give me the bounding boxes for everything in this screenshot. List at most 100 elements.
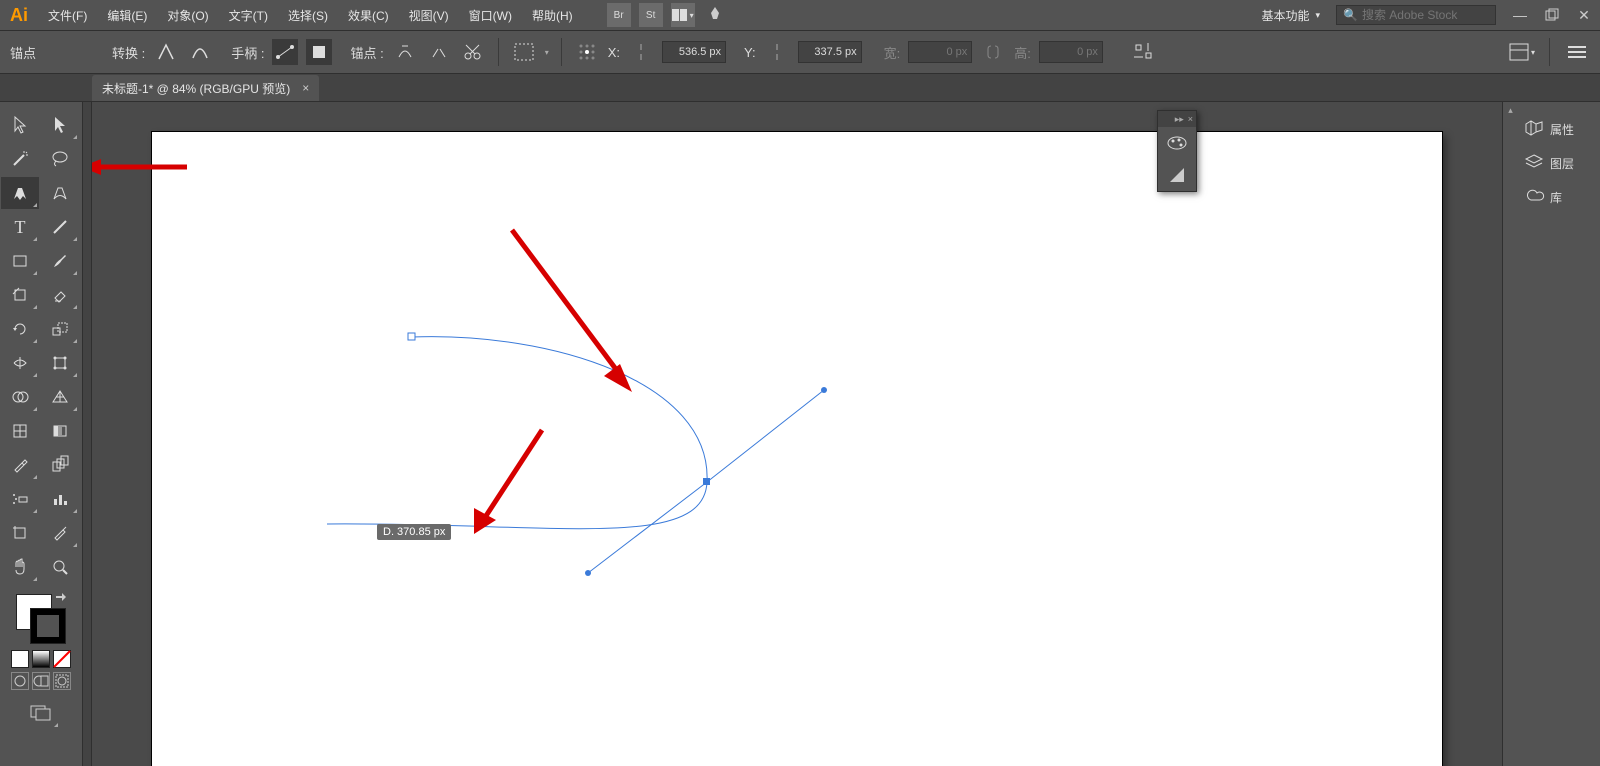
y-label: Y: <box>744 45 756 60</box>
link-icon-y[interactable] <box>764 39 790 65</box>
menu-window[interactable]: 窗口(W) <box>459 0 522 30</box>
lasso-tool[interactable] <box>41 143 79 175</box>
paintbrush-tool[interactable] <box>41 245 79 277</box>
shaper-tool[interactable] <box>1 279 39 311</box>
workspace-switcher[interactable]: 基本功能 ▾ <box>1253 7 1328 24</box>
document-tab[interactable]: 未标题-1* @ 84% (RGB/GPU 预览) × <box>92 75 319 101</box>
app-logo: Ai <box>0 0 38 30</box>
graph-tool[interactable] <box>41 483 79 515</box>
color-panel-icon[interactable] <box>1158 127 1196 159</box>
handle-label: 手柄 : <box>231 43 264 62</box>
link-icon-x[interactable] <box>628 39 654 65</box>
convert-label: 转换 : <box>112 43 145 62</box>
free-transform-tool[interactable] <box>41 347 79 379</box>
w-label: 宽: <box>884 43 901 62</box>
menu-help[interactable]: 帮助(H) <box>522 0 583 30</box>
perspective-tool[interactable] <box>41 381 79 413</box>
menu-file[interactable]: 文件(F) <box>38 0 97 30</box>
dock-properties[interactable]: 属性 <box>1518 112 1600 146</box>
rectangle-tool[interactable] <box>1 245 39 277</box>
stock-button[interactable]: St <box>639 3 663 27</box>
width-tool[interactable] <box>1 347 39 379</box>
artboard[interactable]: D. 370.85 px <box>152 132 1442 766</box>
gradient-mode[interactable] <box>32 650 50 668</box>
symbol-sprayer-tool[interactable] <box>1 483 39 515</box>
x-label: X: <box>608 45 620 60</box>
tab-close-button[interactable]: × <box>302 81 309 95</box>
eraser-tool[interactable] <box>41 279 79 311</box>
hand-tool[interactable] <box>1 551 39 583</box>
bridge-button[interactable]: Br <box>607 3 631 27</box>
connect-anchor-button[interactable] <box>426 39 452 65</box>
menu-view[interactable]: 视图(V) <box>399 0 459 30</box>
mesh-tool[interactable] <box>1 415 39 447</box>
swap-icon[interactable] <box>54 592 68 606</box>
artboard-tool[interactable] <box>1 517 39 549</box>
gpu-button[interactable] <box>703 3 727 27</box>
x-input[interactable]: 536.5 px <box>662 41 726 63</box>
window-maximize[interactable] <box>1540 3 1564 27</box>
draw-inside[interactable] <box>53 672 71 690</box>
arrange-docs-button[interactable]: ▾ <box>671 3 695 27</box>
convert-corner-button[interactable] <box>153 39 179 65</box>
link-wh-button[interactable] <box>980 39 1006 65</box>
pen-tool[interactable] <box>1 177 39 209</box>
dock-libraries-label: 库 <box>1550 189 1562 206</box>
floating-panel[interactable]: ▸▸ × <box>1157 110 1197 192</box>
menu-object[interactable]: 对象(O) <box>157 0 218 30</box>
screen-mode[interactable] <box>22 697 60 729</box>
draw-normal[interactable] <box>11 672 29 690</box>
scroll-up-icon[interactable]: ▴ <box>1503 102 1518 118</box>
hide-handles-button[interactable] <box>306 39 332 65</box>
color-mode[interactable] <box>11 650 29 668</box>
canvas-area[interactable]: D. 370.85 px ▸▸ × <box>92 102 1502 766</box>
direct-selection-tool[interactable] <box>41 109 79 141</box>
scale-tool[interactable] <box>41 313 79 345</box>
none-mode[interactable] <box>53 650 71 668</box>
draw-behind[interactable] <box>32 672 50 690</box>
panel-menu-button[interactable] <box>1564 39 1590 65</box>
menu-type[interactable]: 文字(T) <box>219 0 278 30</box>
remove-anchor-button[interactable] <box>392 39 418 65</box>
menu-effect[interactable]: 效果(C) <box>338 0 399 30</box>
slice-tool[interactable] <box>41 517 79 549</box>
left-gutter[interactable] <box>82 102 92 766</box>
control-bar: 锚点 转换 : 手柄 : 锚点 : ▾ X: 536.5 px Y: 337.5… <box>0 30 1600 74</box>
stroke-swatch[interactable] <box>30 608 66 644</box>
search-box[interactable]: 🔍 <box>1336 5 1496 25</box>
dock-layers[interactable]: 图层 <box>1518 146 1600 180</box>
y-input[interactable]: 337.5 px <box>798 41 862 63</box>
gradient-tool[interactable] <box>41 415 79 447</box>
window-minimize[interactable]: — <box>1508 3 1532 27</box>
zoom-tool[interactable] <box>41 551 79 583</box>
panel-close-icon[interactable]: × <box>1188 114 1193 124</box>
magic-wand-tool[interactable] <box>1 143 39 175</box>
blend-tool[interactable] <box>41 449 79 481</box>
convert-smooth-button[interactable] <box>187 39 213 65</box>
menu-edit[interactable]: 编辑(E) <box>97 0 157 30</box>
line-tool[interactable] <box>41 211 79 243</box>
red-arrow-2 <box>474 430 542 534</box>
align-to-pixel-button[interactable] <box>1131 39 1157 65</box>
selection-tool[interactable] <box>1 109 39 141</box>
window-close[interactable]: ✕ <box>1572 3 1596 27</box>
curvature-tool[interactable] <box>41 177 79 209</box>
red-arrow-toolbar <box>92 157 197 177</box>
reference-point-button[interactable] <box>574 39 600 65</box>
eyedropper-tool[interactable] <box>1 449 39 481</box>
cut-path-button[interactable] <box>460 39 486 65</box>
menu-bar: Ai 文件(F) 编辑(E) 对象(O) 文字(T) 选择(S) 效果(C) 视… <box>0 0 1600 30</box>
vertical-scrollbar[interactable]: ▴ <box>1502 102 1518 766</box>
collapse-icon[interactable]: ▸▸ <box>1175 114 1184 125</box>
isolate-button[interactable] <box>511 39 537 65</box>
fill-stroke-swatch[interactable] <box>16 594 66 644</box>
search-input[interactable] <box>1362 8 1517 22</box>
dock-libraries[interactable]: 库 <box>1518 180 1600 214</box>
type-tool[interactable]: T <box>1 211 39 243</box>
shape-builder-tool[interactable] <box>1 381 39 413</box>
menu-select[interactable]: 选择(S) <box>278 0 338 30</box>
show-handles-button[interactable] <box>272 39 298 65</box>
rotate-tool[interactable] <box>1 313 39 345</box>
shape-panel-icon[interactable] <box>1158 159 1196 191</box>
preferences-button[interactable]: ▾ <box>1509 39 1535 65</box>
